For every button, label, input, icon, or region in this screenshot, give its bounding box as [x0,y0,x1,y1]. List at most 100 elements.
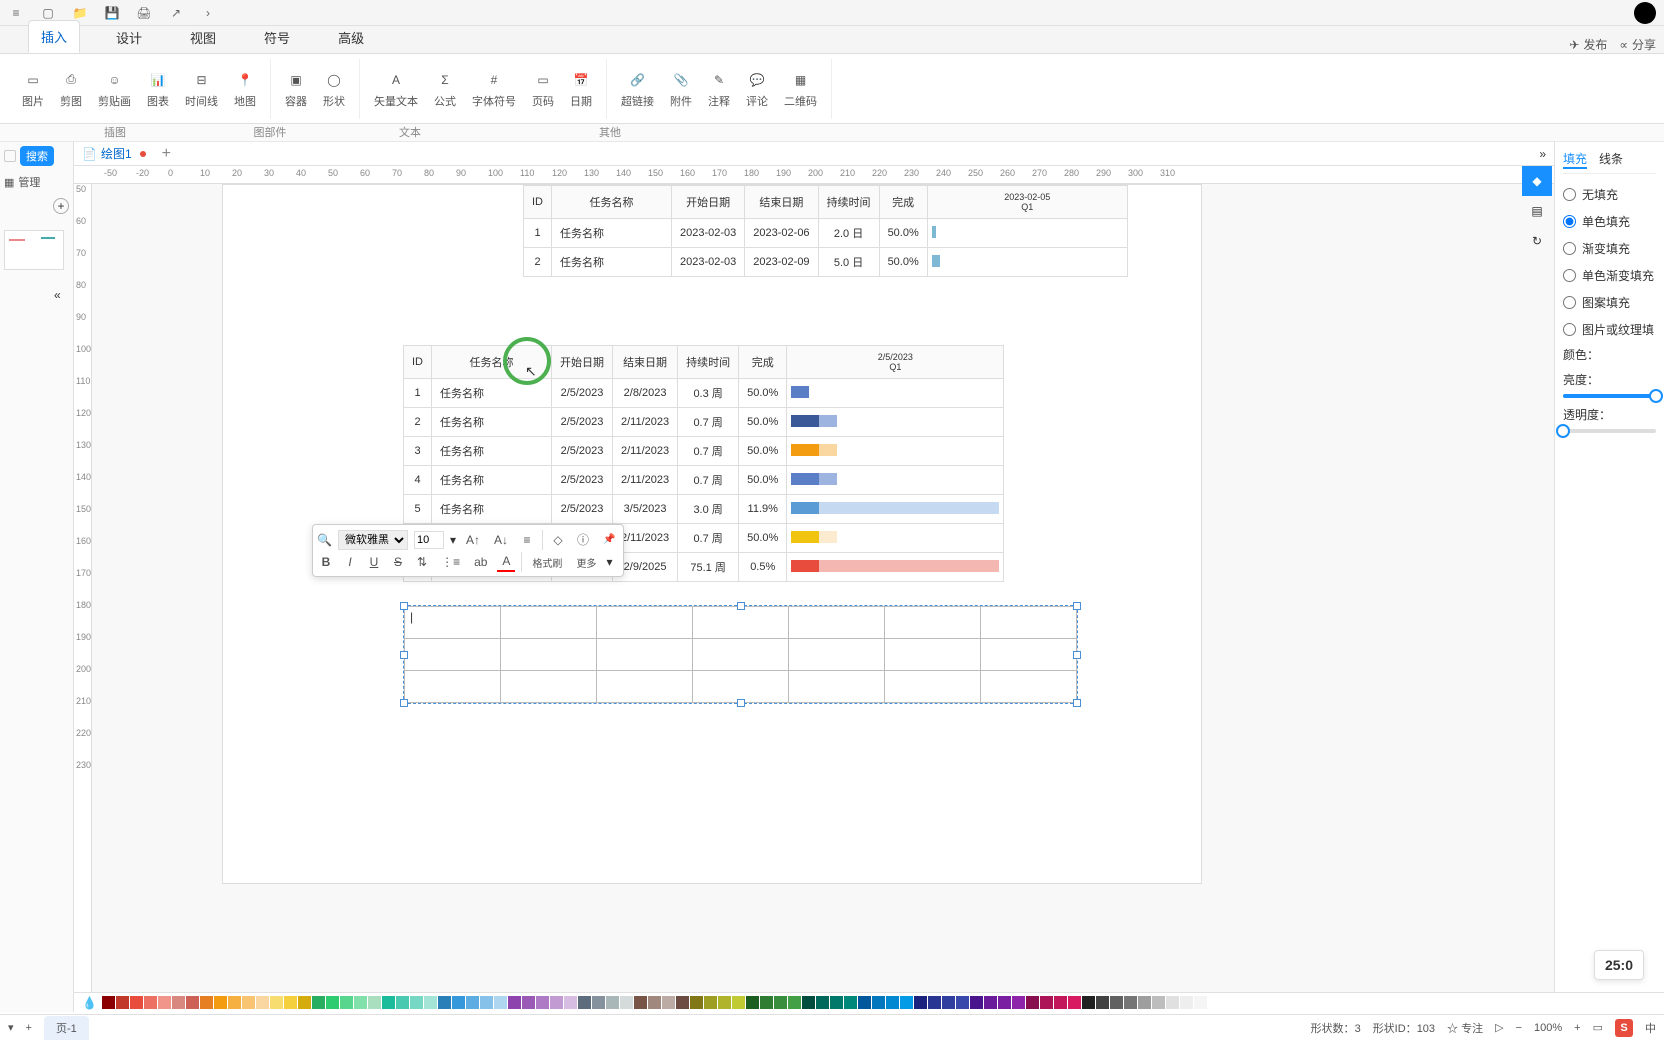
tab-advanced[interactable]: 高级 [326,22,376,53]
tab-symbol[interactable]: 符号 [252,22,302,53]
color-swatch[interactable] [536,996,549,1009]
color-swatch[interactable] [354,996,367,1009]
more-icon[interactable]: › [200,5,216,21]
color-swatch[interactable] [550,996,563,1009]
ribbon-comment[interactable]: 💬评论 [740,65,774,113]
expand-panel-icon[interactable]: » [1539,147,1554,161]
color-swatch[interactable] [298,996,311,1009]
fill-option-0[interactable]: 无填充 [1563,186,1656,203]
color-swatch[interactable] [1068,996,1081,1009]
color-swatch[interactable] [620,996,633,1009]
color-swatch[interactable] [326,996,339,1009]
color-swatch[interactable] [984,996,997,1009]
fill-option-3[interactable]: 单色渐变填充 [1563,267,1656,284]
focus-mode-button[interactable]: ☆ 专注 [1447,1020,1483,1036]
color-swatch[interactable] [732,996,745,1009]
color-swatch[interactable] [186,996,199,1009]
zoom-out-icon[interactable]: − [1516,1022,1522,1034]
color-swatch[interactable] [662,996,675,1009]
strikethrough-button[interactable]: S [389,553,407,571]
print-icon[interactable]: 🖨 [136,5,152,21]
history-tool-icon[interactable]: ↻ [1522,226,1552,256]
color-swatch[interactable] [564,996,577,1009]
ribbon-link[interactable]: 🔗超链接 [615,65,660,113]
color-swatch[interactable] [970,996,983,1009]
color-swatch[interactable] [690,996,703,1009]
ribbon-shape[interactable]: ◯形状 [317,65,351,113]
color-swatch[interactable] [578,996,591,1009]
color-swatch[interactable] [340,996,353,1009]
format-painter-button[interactable]: 格式刷 [528,553,566,572]
bold-button[interactable]: B [317,553,335,571]
highlight-icon[interactable]: ◇ [549,531,567,549]
color-swatch[interactable] [900,996,913,1009]
color-swatch[interactable] [452,996,465,1009]
color-swatch[interactable] [522,996,535,1009]
color-swatch[interactable] [1054,996,1067,1009]
color-swatch[interactable] [942,996,955,1009]
present-icon[interactable]: ▷ [1495,1021,1503,1034]
underline-button[interactable]: U [365,553,383,571]
color-swatch[interactable] [1096,996,1109,1009]
ribbon-note[interactable]: ✎注释 [702,65,736,113]
tab-insert[interactable]: 插入 [28,20,80,53]
color-swatch[interactable] [1040,996,1053,1009]
font-size-input[interactable] [414,531,444,549]
ribbon-timeline[interactable]: ⊟时间线 [179,65,224,113]
color-swatch[interactable] [634,996,647,1009]
color-swatch[interactable] [718,996,731,1009]
color-swatch[interactable] [466,996,479,1009]
ribbon-screenshot[interactable]: ⎙剪图 [54,65,88,113]
ribbon-pagenum[interactable]: ▭页码 [526,65,560,113]
info-icon[interactable]: ⓘ [573,529,593,550]
color-swatch[interactable] [1208,996,1221,1009]
ribbon-image[interactable]: ▭图片 [16,65,50,113]
add-page-icon[interactable]: + [26,1022,32,1034]
color-swatch[interactable] [270,996,283,1009]
color-swatch[interactable] [858,996,871,1009]
ribbon-vtext[interactable]: A矢量文本 [368,65,424,113]
ribbon-date[interactable]: 📅日期 [564,65,598,113]
add-icon[interactable]: + [53,198,69,214]
color-swatch[interactable] [1124,996,1137,1009]
text-effect-icon[interactable]: ab [470,553,491,571]
color-swatch[interactable] [410,996,423,1009]
color-swatch[interactable] [200,996,213,1009]
checkbox-icon[interactable] [4,150,16,162]
decrease-font-icon[interactable]: A↓ [490,531,512,549]
color-swatch[interactable] [480,996,493,1009]
page-tab[interactable]: 页-1 [44,1016,89,1040]
color-swatch[interactable] [130,996,143,1009]
color-swatch[interactable] [382,996,395,1009]
add-tab-button[interactable]: + [154,145,179,163]
fill-option-5[interactable]: 图片或纹理填 [1563,321,1656,338]
page-thumbnail[interactable] [4,230,64,270]
color-swatch[interactable] [676,996,689,1009]
line-tab[interactable]: 线条 [1599,150,1623,169]
color-swatch[interactable] [1110,996,1123,1009]
color-swatch[interactable] [508,996,521,1009]
color-swatch[interactable] [242,996,255,1009]
color-swatch[interactable] [1012,996,1025,1009]
color-swatch[interactable] [774,996,787,1009]
color-swatch[interactable] [788,996,801,1009]
color-swatch[interactable] [760,996,773,1009]
color-swatch[interactable] [172,996,185,1009]
color-swatch[interactable] [704,996,717,1009]
color-swatch[interactable] [914,996,927,1009]
color-swatch[interactable] [1166,996,1179,1009]
color-swatch[interactable] [844,996,857,1009]
color-swatch[interactable] [214,996,227,1009]
ribbon-chart[interactable]: 📊图表 [141,65,175,113]
collapse-left-icon[interactable]: « [54,288,61,302]
color-swatch[interactable] [928,996,941,1009]
fill-option-4[interactable]: 图案填充 [1563,294,1656,311]
italic-button[interactable]: I [341,553,359,571]
color-swatch[interactable] [830,996,843,1009]
color-swatch[interactable] [1026,996,1039,1009]
manage-button[interactable]: ▦ 管理 [4,174,69,190]
color-swatch[interactable] [816,996,829,1009]
more-button[interactable]: 更多 [572,553,600,572]
color-swatch[interactable] [648,996,661,1009]
color-swatch[interactable] [424,996,437,1009]
